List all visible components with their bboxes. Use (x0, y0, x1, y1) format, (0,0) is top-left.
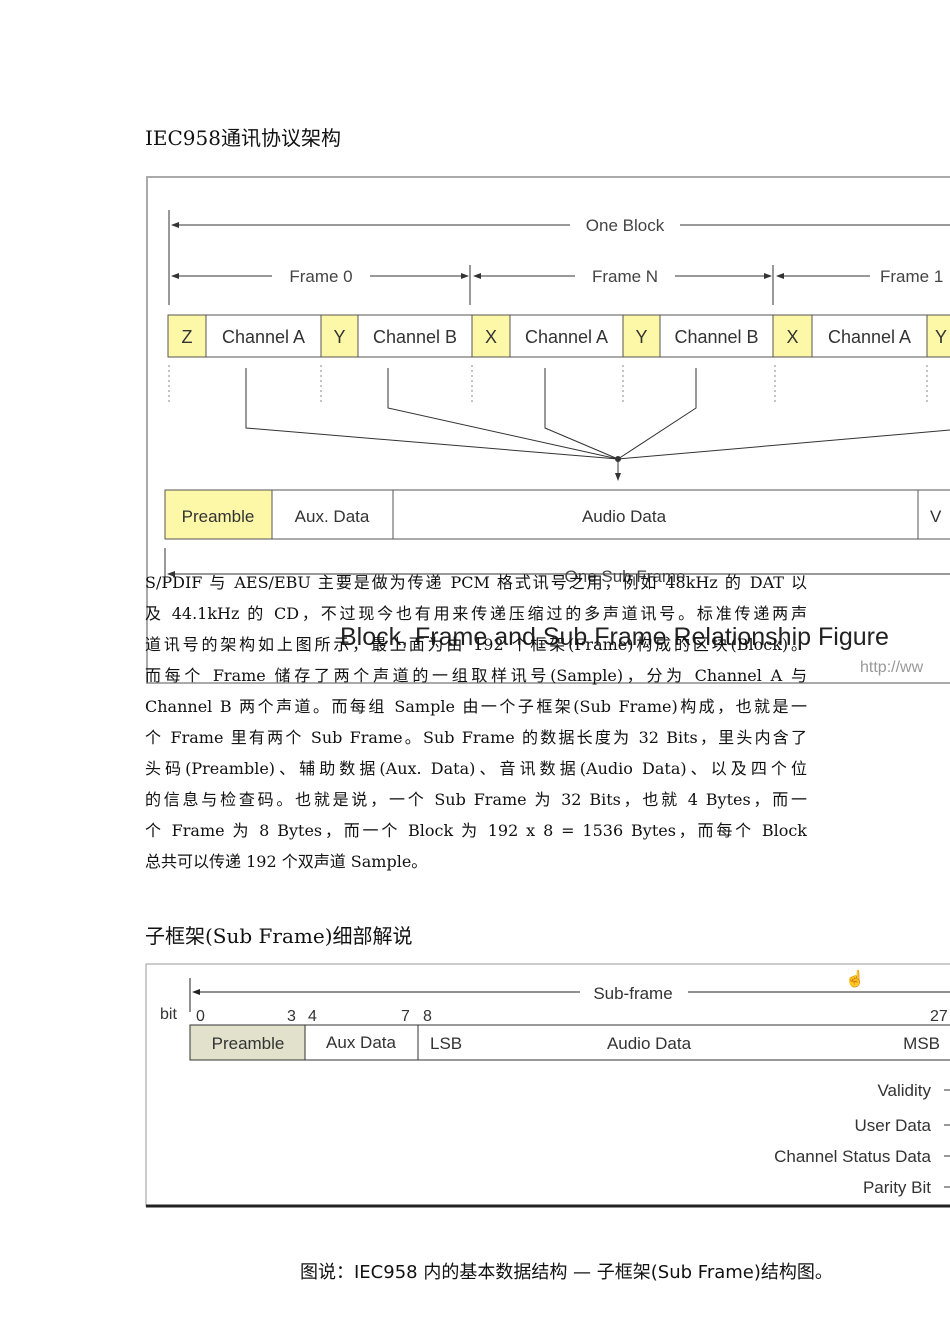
cell-label: Z (182, 327, 193, 347)
paragraph-line: Channel B 两个声道。而每组 Sample 由一个子框架(Sub Fra… (145, 697, 807, 716)
figure1-url: http://ww (860, 659, 924, 676)
figure-caption: 图说：IEC958 内的基本数据结构 — 子框架(Sub Frame)结构图。 (300, 1262, 833, 1283)
paragraph-line: 及 44.1kHz 的 CD，不过现今也有用来传递压缩过的多声道讯号。标准传递两… (145, 604, 807, 623)
paragraph-line: S/PDIF 与 AES/EBU 主要是做为传递 PCM 格式讯号之用，例如 4… (145, 573, 807, 592)
cell-label: Channel A (525, 327, 608, 347)
bit-number: 27 (930, 1008, 948, 1025)
one-block-label: One Block (586, 216, 665, 235)
block-frame-subframe-figure: One Block Frame 0 Frame N Frame 1 Z Chann… (146, 176, 950, 684)
channel-status-data-label: Channel Status Data (774, 1147, 931, 1166)
paragraph-line: 个 Frame 为 8 Bytes，而一个 Block 为 192 x 8 = … (145, 821, 807, 840)
cell-label: Y (333, 327, 345, 347)
cell-label: Y (635, 327, 647, 347)
cell-label: Channel B (373, 327, 457, 347)
subframe-structure-figure: Sub-frame bit 0 3 4 7 8 27 Preamble Aux … (145, 963, 950, 1208)
sub-frame-label: Sub-frame (593, 984, 672, 1003)
user-data-label: User Data (854, 1116, 931, 1135)
paragraph-line: 而每个 Frame 储存了两个声道的一组取样讯号(Sample)，分为 Chan… (145, 666, 807, 685)
frame-cells: Z Channel A Y Channel B X Channel A Y Channel B… (167, 314, 950, 358)
bit-number: 0 (196, 1008, 205, 1025)
section-heading-subframe: 子框架(Sub Frame)细部解说 (145, 924, 413, 948)
paragraph-line: 个 Frame 里有两个 Sub Frame。Sub Frame 的数据长度为 … (145, 728, 807, 747)
bit-label: bit (160, 1006, 177, 1023)
msb-label: MSB (903, 1034, 940, 1053)
frame-n-label: Frame N (592, 267, 658, 286)
validity-label: Validity (877, 1081, 931, 1100)
preamble-label: Preamble (212, 1034, 285, 1053)
hand-cursor-icon: ☝ (845, 969, 865, 988)
frame-1-label: Frame 1 (880, 267, 943, 286)
frame-0-label: Frame 0 (289, 267, 352, 286)
bit-number: 3 (287, 1008, 296, 1025)
bit-number: 8 (423, 1008, 432, 1025)
cell-label: Channel B (674, 327, 758, 347)
audio-data-label: Audio Data (607, 1034, 692, 1053)
cell-label: Y (935, 327, 947, 347)
lsb-label: LSB (430, 1034, 462, 1053)
paragraph-line: 总共可以传递 192 个双声道 Sample。 (145, 852, 428, 871)
bit-number: 7 (401, 1008, 410, 1025)
cell-label: X (485, 327, 497, 347)
paragraph-line: 头码(Preamble)、辅助数据(Aux. Data)、音讯数据(Audio … (145, 759, 807, 778)
cell-label: Channel A (222, 327, 305, 347)
audio-data-label: Audio Data (582, 507, 667, 526)
bit-number: 4 (308, 1008, 317, 1025)
paragraph-line: 的信息与检查码。也就是说，一个 Sub Frame 为 32 Bits，也就 4… (145, 790, 807, 809)
figure2-frame (145, 963, 950, 1207)
preamble-label: Preamble (182, 507, 255, 526)
cell-label: X (786, 327, 798, 347)
v-label: V (930, 507, 942, 526)
paragraph-line: 道讯号的架构如上图所示，最上面为由 192 个框架(Frame)构成的区块(Bl… (145, 635, 807, 654)
parity-bit-label: Parity Bit (863, 1178, 931, 1197)
aux-data-label: Aux. Data (295, 507, 370, 526)
cell-label: Channel A (828, 327, 911, 347)
aux-data-label: Aux Data (326, 1033, 396, 1052)
